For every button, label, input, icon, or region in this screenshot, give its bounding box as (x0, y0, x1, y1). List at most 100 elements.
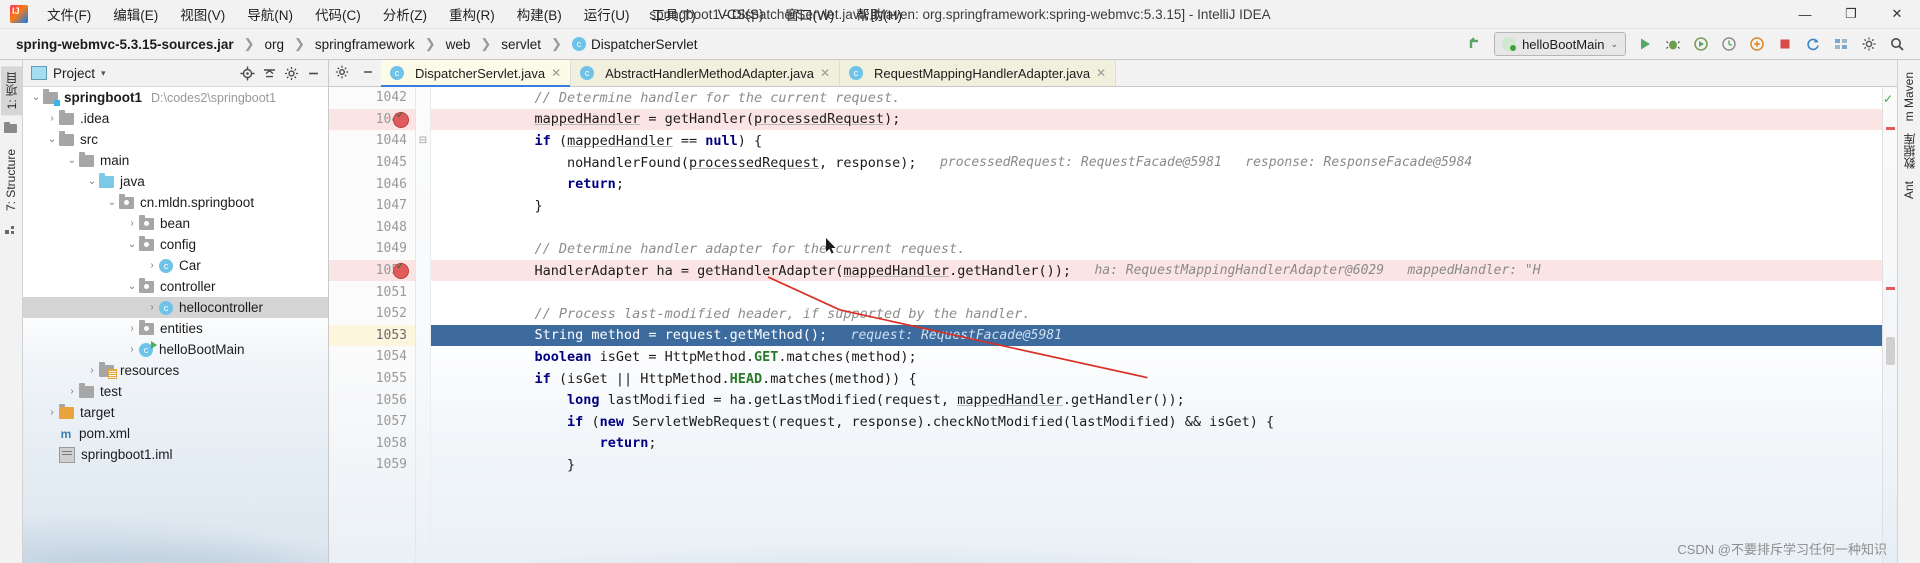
collapse-all-icon[interactable] (258, 62, 280, 84)
menu-refactor[interactable]: 重构(R) (438, 1, 506, 27)
chevron-down-icon[interactable]: ⌄ (29, 92, 43, 103)
chevron-down-icon[interactable]: ⌄ (125, 281, 139, 292)
chevron-right-icon[interactable]: › (145, 260, 159, 271)
code-line[interactable]: noHandlerFound(processedRequest, respons… (431, 152, 1882, 174)
tree-node-entities[interactable]: › entities (23, 318, 328, 339)
breadcrumb-jar[interactable]: spring-webmvc-5.3.15-sources.jar (14, 36, 236, 53)
run-icon[interactable] (1632, 32, 1658, 56)
tree-node-bean[interactable]: › bean (23, 213, 328, 234)
tree-node-iml[interactable]: › springboot1.iml (23, 444, 328, 465)
close-icon[interactable]: ✕ (820, 66, 830, 80)
menu-tools[interactable]: 工具(T) (641, 1, 707, 27)
code-line[interactable] (431, 281, 1882, 303)
chevron-down-icon[interactable]: ⌄ (125, 239, 139, 250)
project-tree[interactable]: ⌄ springboot1 D:\codes2\springboot1 › .i… (23, 87, 328, 563)
breadcrumb-springframework[interactable]: springframework (313, 36, 417, 53)
tool-window-ant[interactable]: Ant (1900, 175, 1918, 205)
tree-node-package-root[interactable]: ⌄ cn.mldn.springboot (23, 192, 328, 213)
code-line[interactable]: boolean isGet = HttpMethod. GET .matches(m… (431, 346, 1882, 368)
menu-build[interactable]: 构建(B) (506, 1, 573, 27)
tab-requestmappinghandleradapter[interactable]: c RequestMappingHandlerAdapter.java ✕ (840, 60, 1117, 86)
breakpoint-icon[interactable] (393, 110, 409, 128)
close-button[interactable]: ✕ (1874, 0, 1920, 28)
close-icon[interactable]: ✕ (1096, 66, 1106, 80)
code-viewport[interactable]: 1042 1043 1044 1045 1046 1047 1048 1049 … (329, 87, 1897, 563)
settings-icon[interactable] (280, 62, 302, 84)
code-line[interactable]: long lastModified = ha.getLastModified(r… (431, 389, 1882, 411)
tool-window-project[interactable]: 1: 项目 (0, 66, 22, 116)
jump-to-source-icon[interactable] (1462, 32, 1488, 56)
close-icon[interactable]: ✕ (551, 66, 561, 80)
update-icon[interactable] (1800, 32, 1826, 56)
code-line[interactable]: } (431, 195, 1882, 217)
tree-node-pom-xml[interactable]: › m pom.xml (23, 423, 328, 444)
menu-run[interactable]: 运行(U) (573, 1, 641, 27)
chevron-down-icon[interactable]: ▾ (101, 68, 106, 79)
code-line[interactable]: HandlerAdapter ha = getHandlerAdapter(ma… (431, 259, 1882, 282)
search-icon[interactable] (1884, 32, 1910, 56)
code-line[interactable]: mappedHandler = getHandler(processedRequ… (431, 108, 1882, 131)
fold-marker[interactable]: ⊟ (416, 130, 430, 152)
tree-node-hellobootmain[interactable]: › c helloBootMain (23, 339, 328, 360)
tree-node-resources[interactable]: › resources (23, 360, 328, 381)
breadcrumb-servlet[interactable]: servlet (499, 36, 543, 53)
hide-icon[interactable] (361, 65, 375, 82)
tab-dispatcherservlet[interactable]: c DispatcherServlet.java ✕ (381, 60, 572, 87)
tree-node-java[interactable]: ⌄ java (23, 171, 328, 192)
code-line[interactable]: if (new ServletWebRequest(request, respo… (431, 411, 1882, 433)
editor-marker-strip[interactable]: ✓ (1882, 87, 1897, 563)
code-line[interactable]: return; (431, 433, 1882, 455)
breadcrumb-org[interactable]: org (263, 36, 287, 53)
chevron-right-icon[interactable]: › (65, 386, 79, 397)
chevron-down-icon[interactable]: ⌄ (85, 176, 99, 187)
breadcrumb-class[interactable]: c DispatcherServlet (570, 36, 700, 53)
tree-node-target[interactable]: › target (23, 402, 328, 423)
tree-node-springboot1[interactable]: ⌄ springboot1 D:\codes2\springboot1 (23, 87, 328, 108)
locate-icon[interactable] (236, 62, 258, 84)
chevron-right-icon[interactable]: › (125, 344, 139, 355)
chevron-right-icon[interactable]: › (125, 323, 139, 334)
chevron-right-icon[interactable]: › (85, 365, 99, 376)
marker-breakpoint[interactable] (1886, 287, 1895, 290)
attach-icon[interactable] (1744, 32, 1770, 56)
run-with-coverage-icon[interactable] (1688, 32, 1714, 56)
chevron-right-icon[interactable]: › (45, 407, 59, 418)
menu-analyze[interactable]: 分析(Z) (372, 1, 438, 27)
code-folding-gutter[interactable]: ⊟ (416, 87, 431, 563)
debug-icon[interactable] (1660, 32, 1686, 56)
minimize-button[interactable]: — (1782, 0, 1828, 28)
settings-icon[interactable] (1856, 32, 1882, 56)
maximize-button[interactable]: ❐ (1828, 0, 1874, 28)
menu-code[interactable]: 代码(C) (304, 1, 372, 27)
tree-node-src[interactable]: ⌄ src (23, 129, 328, 150)
code-text-area[interactable]: // Determine handler for the current req… (431, 87, 1882, 563)
tree-node-config[interactable]: ⌄ config (23, 234, 328, 255)
tree-node-idea[interactable]: › .idea (23, 108, 328, 129)
menu-vcs[interactable]: VCS(S) (707, 4, 775, 25)
menu-edit[interactable]: 编辑(E) (102, 1, 169, 27)
chevron-down-icon[interactable]: ⌄ (105, 197, 119, 208)
menu-navigate[interactable]: 导航(N) (236, 1, 304, 27)
hide-panel-icon[interactable] (302, 62, 324, 84)
code-line[interactable]: // Process last-modified header, if supp… (431, 303, 1882, 325)
stop-icon[interactable] (1772, 32, 1798, 56)
breadcrumb-web[interactable]: web (444, 36, 473, 53)
breakpoint-icon[interactable] (393, 261, 409, 279)
marker-breakpoint[interactable] (1886, 127, 1895, 130)
menu-view[interactable]: 视图(V) (169, 1, 236, 27)
project-structure-icon[interactable] (1828, 32, 1854, 56)
chevron-right-icon[interactable]: › (45, 113, 59, 124)
code-line[interactable]: } (431, 454, 1882, 476)
chevron-right-icon[interactable]: › (145, 302, 159, 313)
tree-node-test[interactable]: › test (23, 381, 328, 402)
tree-node-hellocontroller[interactable]: › c hellocontroller (23, 297, 328, 318)
tool-window-database[interactable]: 数据库 (1899, 127, 1920, 175)
line-number-gutter[interactable]: 1042 1043 1044 1045 1046 1047 1048 1049 … (329, 87, 416, 563)
run-configuration-selector[interactable]: helloBootMain ⌄ (1494, 32, 1626, 56)
chevron-down-icon[interactable]: ⌄ (45, 134, 59, 145)
chevron-right-icon[interactable]: › (125, 218, 139, 229)
settings-icon[interactable] (335, 65, 349, 82)
tree-node-main[interactable]: ⌄ main (23, 150, 328, 171)
tree-node-controller[interactable]: ⌄ controller (23, 276, 328, 297)
code-line[interactable]: return; (431, 173, 1882, 195)
